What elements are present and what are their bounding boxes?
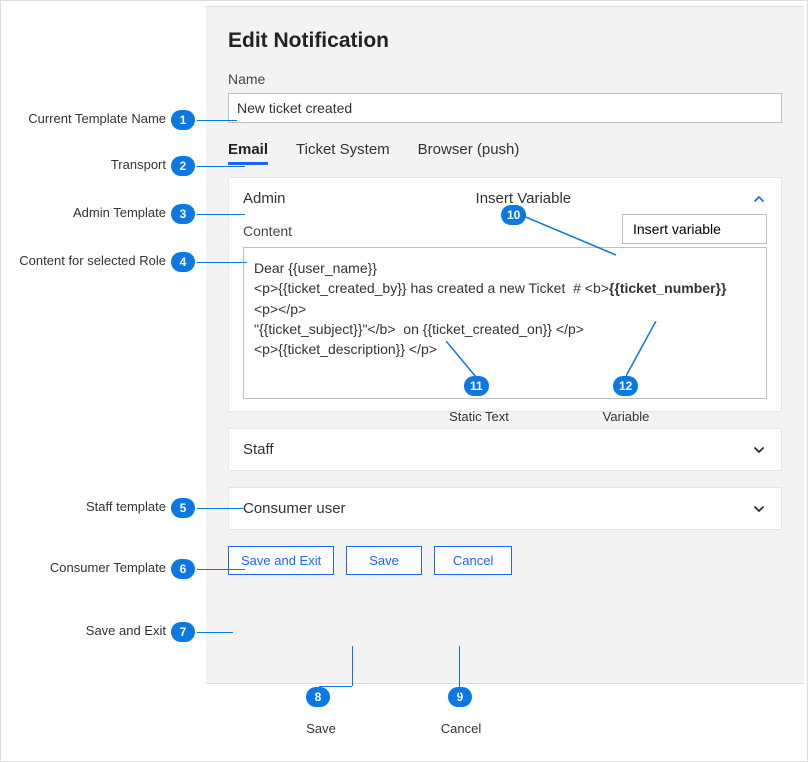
content-label: Content [243,223,292,239]
lead-line [197,508,245,509]
accordion-staff-header[interactable]: Staff [243,441,767,458]
lead-line [521,215,621,260]
accordion-admin-header[interactable]: Admin Insert Variable [243,190,767,207]
static-text-segment: "</b> on [363,321,423,337]
tab-email[interactable]: Email [228,137,268,165]
lead-line [197,120,237,121]
lead-line [197,214,245,215]
static-text-segment: <p> [254,280,278,296]
marker-7: 7 [171,622,195,642]
marker-12: 12 [613,376,638,396]
annot-label-12: Variable [581,409,671,424]
annot-label-8: Save [291,721,351,736]
lead-line [197,166,245,167]
marker-9: 9 [448,687,472,707]
static-text-segment: <p> [254,341,278,357]
annot-label-3: Admin Template [1,205,166,220]
static-text-segment: <p></p> [254,301,306,317]
marker-11: 11 [464,376,489,396]
variable-token: {{ticket_description}} [278,341,405,357]
save-button[interactable]: Save [346,546,422,575]
insert-variable-label: Insert Variable [476,190,572,207]
static-text-segment: Dear [254,260,288,276]
marker-8: 8 [306,687,330,707]
marker-1: 1 [171,110,195,130]
annot-label-7: Save and Exit [1,623,166,638]
accordion-staff: Staff [228,428,782,471]
lead-line [459,646,460,696]
variable-token: {{user_name}} [288,260,377,276]
annot-label-4: Content for selected Role [1,253,166,268]
marker-4: 4 [171,252,195,272]
lead-line [446,341,486,379]
variable-token: {{ticket_number}} [609,280,727,296]
annot-label-9: Cancel [431,721,491,736]
annot-label-1: Current Template Name [1,111,166,126]
edit-notification-panel: Edit Notification Name Email Ticket Syst… [206,6,804,684]
lead-line [626,321,666,377]
lead-line [319,686,352,687]
tab-browser-push[interactable]: Browser (push) [418,137,520,165]
marker-3: 3 [171,204,195,224]
annot-label-2: Transport [1,157,166,172]
page-title: Edit Notification [228,29,782,53]
accordion-consumer: Consumer user [228,487,782,530]
chevron-down-icon [751,501,767,517]
insert-variable-button[interactable]: Insert variable [622,214,767,244]
variable-token: {{ticket_subject}} [259,321,363,337]
accordion-consumer-title: Consumer user [243,500,346,517]
name-label: Name [228,71,782,87]
accordion-admin-title: Admin [243,190,286,207]
variable-token: {{ticket_created_on}} [423,321,552,337]
annot-label-11: Static Text [429,409,529,424]
save-and-exit-button[interactable]: Save and Exit [228,546,334,575]
static-text-segment: has created a new Ticket # <b> [407,280,609,296]
marker-5: 5 [171,498,195,518]
tab-ticket-system[interactable]: Ticket System [296,137,390,165]
lead-line [352,646,353,686]
chevron-down-icon [751,442,767,458]
variable-token: {{ticket_created_by}} [278,280,406,296]
name-input[interactable] [228,93,782,123]
annot-label-6: Consumer Template [1,560,166,575]
annot-label-5: Staff template [1,499,166,514]
lead-line [197,632,233,633]
accordion-staff-title: Staff [243,441,274,458]
chevron-up-icon [751,191,767,207]
content-editor[interactable]: Dear {{user_name}} <p>{{ticket_created_b… [243,247,767,399]
accordion-consumer-header[interactable]: Consumer user [243,500,767,517]
marker-2: 2 [171,156,195,176]
cancel-button[interactable]: Cancel [434,546,512,575]
lead-line [197,262,247,263]
marker-6: 6 [171,559,195,579]
static-text-segment: </p> [405,341,437,357]
static-text-segment: </p> [552,321,584,337]
transport-tabs: Email Ticket System Browser (push) [228,137,782,165]
action-buttons: Save and Exit Save Cancel [228,546,782,575]
lead-line [197,569,245,570]
